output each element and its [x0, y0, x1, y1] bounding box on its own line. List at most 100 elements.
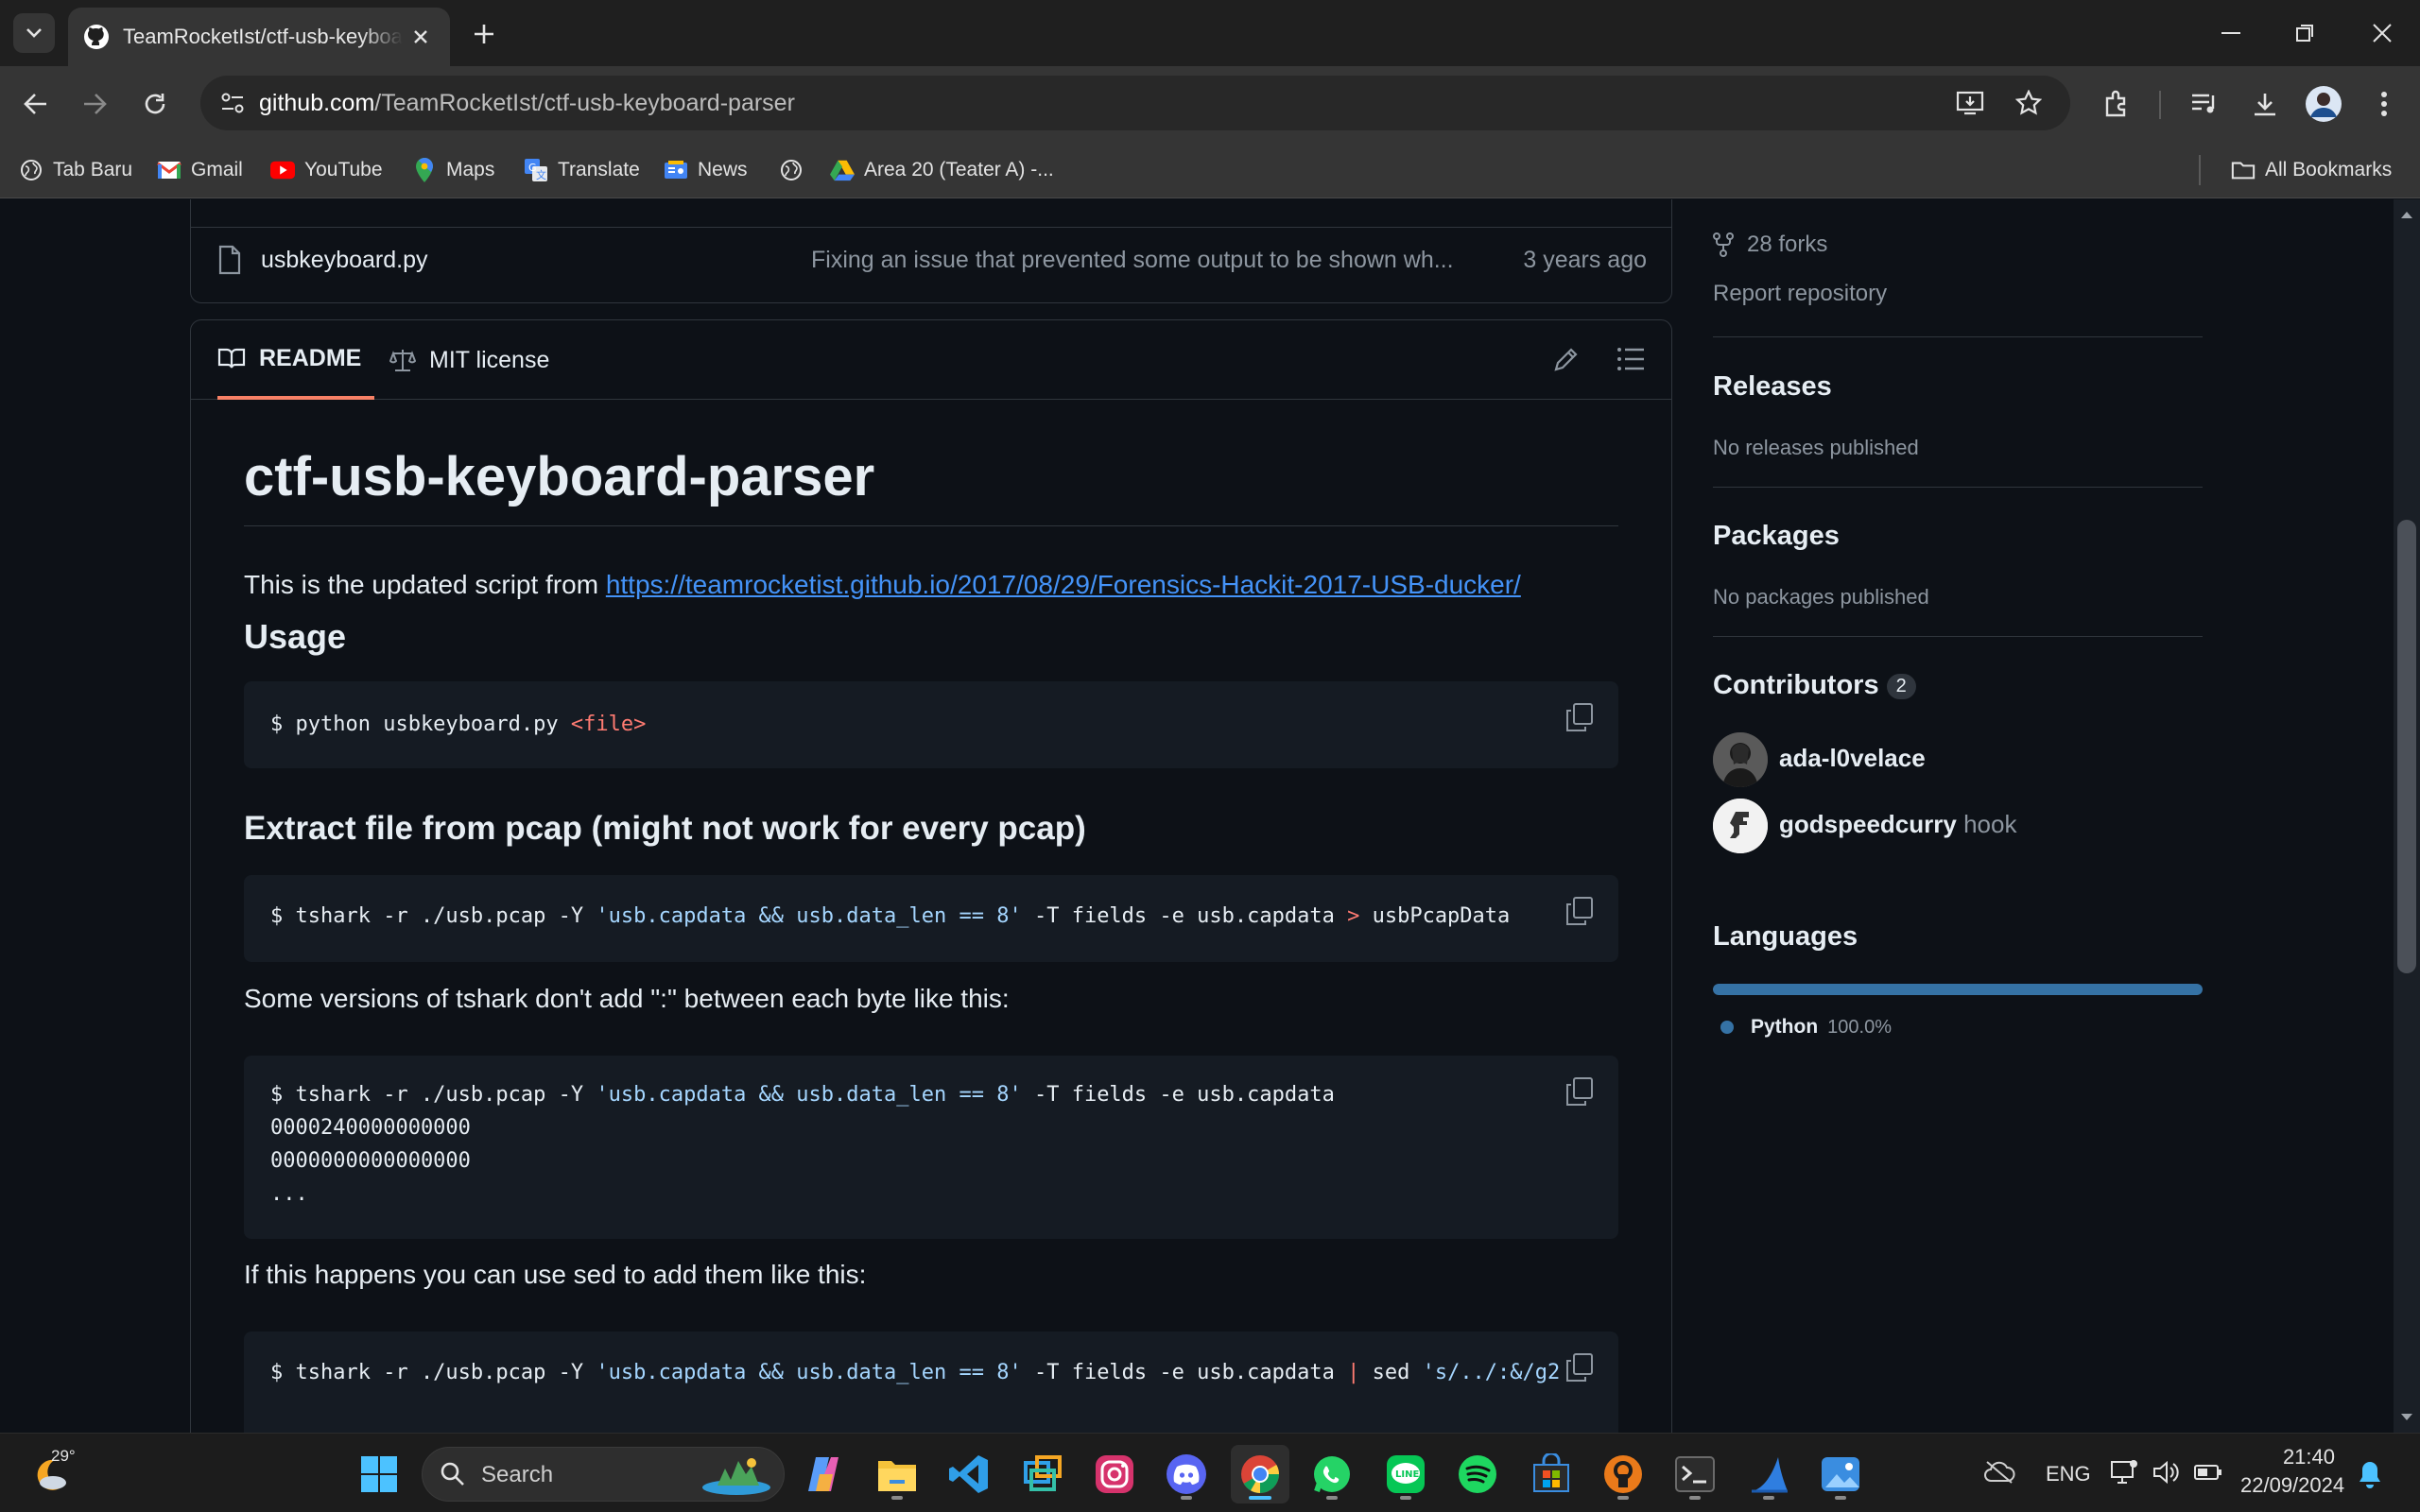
- taskbar-line[interactable]: LINE: [1376, 1445, 1435, 1503]
- file-name[interactable]: usbkeyboard.py: [261, 247, 428, 274]
- minimize-button[interactable]: [2203, 9, 2259, 57]
- input-language[interactable]: ENG: [2046, 1462, 2091, 1486]
- copy-icon[interactable]: [1565, 702, 1594, 732]
- back-button[interactable]: [13, 81, 59, 127]
- chrome-icon: [1241, 1455, 1279, 1493]
- browser-tab-active[interactable]: TeamRocketIst/ctf-usb-keyboard-parser: [68, 8, 450, 66]
- weather-widget[interactable]: 29°: [26, 1447, 83, 1500]
- contributor-entry[interactable]: godspeedcurry hook: [1779, 810, 2016, 839]
- windows-logo-icon: [361, 1456, 397, 1492]
- code-line: $ python usbkeyboard.py <file>: [270, 681, 1592, 741]
- contributor-avatar[interactable]: [1713, 799, 1768, 853]
- bookmark-tab-baru[interactable]: Tab Baru: [19, 153, 132, 187]
- copy-icon[interactable]: [1565, 896, 1594, 926]
- taskbar-search-box[interactable]: Search: [422, 1447, 785, 1502]
- taskbar-discord[interactable]: [1157, 1445, 1216, 1503]
- forks-link[interactable]: 28 forks: [1713, 228, 1827, 262]
- github-icon: [83, 24, 110, 50]
- language-item[interactable]: Python 100.0%: [1720, 1016, 1892, 1039]
- scrollbar-thumb[interactable]: [2397, 520, 2416, 973]
- bookmark-area-20[interactable]: Area 20 (Teater A) -...: [830, 153, 1054, 187]
- contributors-heading[interactable]: Contributors 2: [1713, 670, 1916, 701]
- copy-icon[interactable]: [1565, 1076, 1594, 1107]
- install-app-icon[interactable]: [1947, 80, 1993, 126]
- bookmark-youtube[interactable]: YouTube: [270, 153, 383, 187]
- all-bookmarks-button[interactable]: All Bookmarks: [2231, 153, 2392, 187]
- language-percent: 100.0%: [1827, 1016, 1893, 1038]
- bookmark-news[interactable]: News: [664, 153, 748, 187]
- taskbar-remote-app[interactable]: [1013, 1445, 1072, 1503]
- packages-heading[interactable]: Packages: [1713, 521, 1840, 552]
- new-tab-button[interactable]: [465, 15, 503, 53]
- taskbar-store[interactable]: [1522, 1445, 1581, 1503]
- taskbar-copilot[interactable]: [794, 1445, 853, 1503]
- code-line: 0000240000000000: [270, 1116, 471, 1140]
- taskbar-wireshark[interactable]: [1739, 1445, 1798, 1503]
- report-repository-link[interactable]: Report repository: [1713, 281, 1887, 307]
- scroll-up-icon[interactable]: [2394, 205, 2420, 224]
- taskbar-whatsapp[interactable]: [1303, 1445, 1361, 1503]
- copy-icon[interactable]: [1565, 1352, 1594, 1383]
- vpn-lock-icon: [1604, 1455, 1642, 1493]
- forks-count: 28 forks: [1747, 232, 1828, 257]
- clock[interactable]: 21:40 22/09/2024: [2240, 1443, 2344, 1500]
- network-icon: [2111, 1460, 2137, 1484]
- profile-avatar[interactable]: [2301, 81, 2346, 127]
- more-menu-icon[interactable]: [2361, 81, 2407, 127]
- taskbar-file-explorer[interactable]: [868, 1445, 926, 1503]
- bookmark-maps[interactable]: Maps: [412, 153, 494, 187]
- intro-link[interactable]: https://teamrocketist.github.io/2017/08/…: [606, 570, 1521, 599]
- code-line: $ tshark -r ./usb.pcap -Y 'usb.capdata &…: [270, 1078, 1592, 1111]
- heading-extract: Extract file from pcap (might not work f…: [244, 810, 1086, 847]
- translate-icon: G文: [524, 158, 548, 182]
- taskbar-terminal[interactable]: [1666, 1445, 1724, 1503]
- edit-file-icon[interactable]: [1552, 345, 1582, 375]
- extensions-icon[interactable]: [2095, 81, 2140, 127]
- taskbar-vpn[interactable]: [1594, 1445, 1652, 1503]
- contributors-label: Contributors: [1713, 670, 1879, 700]
- taskbar-chrome[interactable]: [1231, 1445, 1289, 1503]
- contributor-name[interactable]: ada-l0velace: [1779, 744, 1926, 773]
- fork-icon: [1713, 232, 1734, 257]
- code-block-versions: $ tshark -r ./usb.pcap -Y 'usb.capdata &…: [244, 1056, 1618, 1239]
- commit-date: 3 years ago: [1523, 247, 1647, 273]
- reload-button[interactable]: [132, 81, 178, 127]
- running-indicator: [891, 1496, 903, 1500]
- system-tray-quick-settings[interactable]: [2110, 1458, 2223, 1486]
- contributor-avatar[interactable]: [1713, 732, 1768, 787]
- taskbar-spotify[interactable]: [1448, 1445, 1507, 1503]
- restore-button[interactable]: [2276, 9, 2333, 57]
- releases-heading[interactable]: Releases: [1713, 371, 1832, 403]
- downloads-icon[interactable]: [2242, 81, 2288, 127]
- address-bar[interactable]: github.com/TeamRocketIst/ctf-usb-keyboar…: [200, 76, 2070, 130]
- start-button[interactable]: [350, 1445, 408, 1503]
- taskbar-photos[interactable]: [1811, 1445, 1870, 1503]
- close-tab-icon[interactable]: [406, 23, 435, 51]
- contributor-full-name: hook: [1963, 810, 2017, 838]
- file-row[interactable]: usbkeyboard.py Fixing an issue that prev…: [191, 227, 1671, 293]
- forward-button[interactable]: [72, 81, 117, 127]
- code-text: $ python usbkeyboard.py: [270, 713, 571, 736]
- tab-readme[interactable]: README: [217, 320, 375, 400]
- site-info-icon[interactable]: [214, 84, 251, 122]
- scroll-down-icon[interactable]: [2394, 1408, 2420, 1427]
- tab-license[interactable]: MIT license: [389, 320, 549, 400]
- media-control-icon[interactable]: [2182, 81, 2227, 127]
- outline-list-icon[interactable]: [1616, 347, 1647, 375]
- code-text: sed: [1359, 1361, 1423, 1384]
- running-indicator: [1249, 1496, 1271, 1500]
- onedrive-icon[interactable]: [1983, 1460, 2015, 1489]
- close-window-button[interactable]: [2354, 9, 2411, 57]
- bookmark-gmail[interactable]: Gmail: [157, 153, 243, 187]
- bookmark-label: Tab Baru: [53, 159, 133, 180]
- notification-bell-icon[interactable]: [2358, 1460, 2382, 1493]
- tab-search-button[interactable]: [13, 13, 55, 53]
- bookmark-star-icon[interactable]: [2006, 80, 2051, 126]
- bookmark-globe[interactable]: [779, 153, 813, 187]
- commit-message[interactable]: Fixing an issue that prevented some outp…: [811, 247, 1454, 274]
- taskbar-instagram[interactable]: [1085, 1445, 1144, 1503]
- code-string: 'usb.capdata && usb.data_len == 8': [596, 1361, 1022, 1384]
- bookmark-translate[interactable]: G文 Translate: [524, 153, 640, 187]
- code-operator: |: [1347, 1361, 1360, 1384]
- taskbar-vscode[interactable]: [940, 1445, 998, 1503]
